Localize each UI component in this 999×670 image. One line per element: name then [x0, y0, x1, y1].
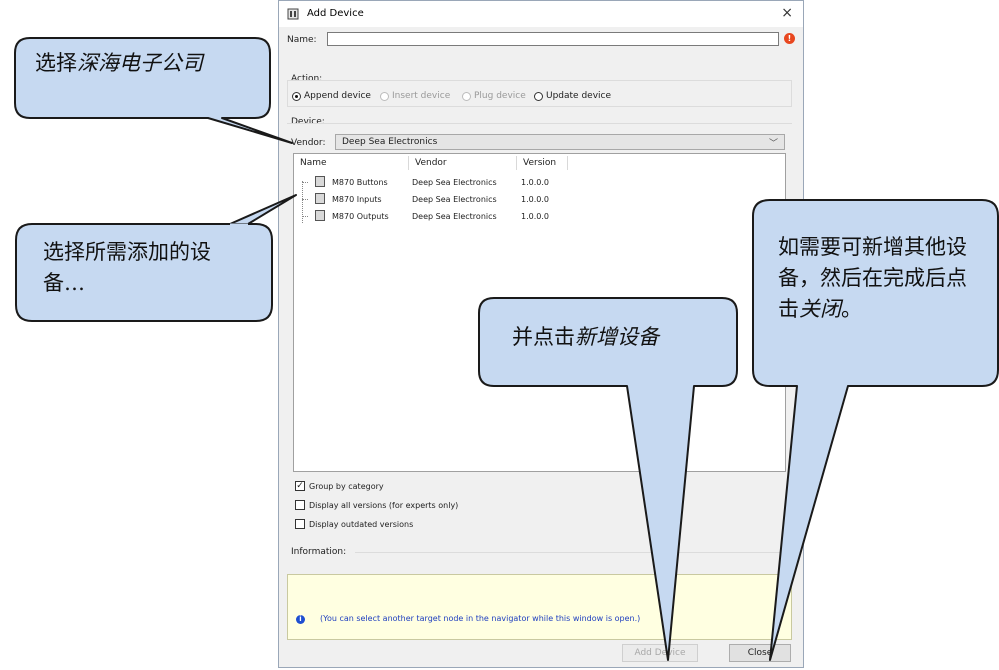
callout-text: 并点击: [512, 325, 575, 349]
callout-add-device-text: 并点击新增设备: [512, 322, 722, 353]
callout-text: 选择: [35, 51, 77, 75]
callout-text: 。: [841, 297, 862, 321]
callout-close-text: 如需要可新增其他设备，然后在完成后点击关闭。: [778, 232, 973, 325]
callout-italic-text: 新增设备: [575, 325, 659, 349]
callout-vendor-text: 选择深海电子公司: [35, 48, 260, 79]
callout-devices-text: 选择所需添加的设备…: [43, 240, 211, 295]
callout-layer: [14, 37, 999, 661]
callout-italic-text: 关闭: [799, 297, 841, 321]
callout-italic-text: 深海电子公司: [77, 51, 203, 75]
